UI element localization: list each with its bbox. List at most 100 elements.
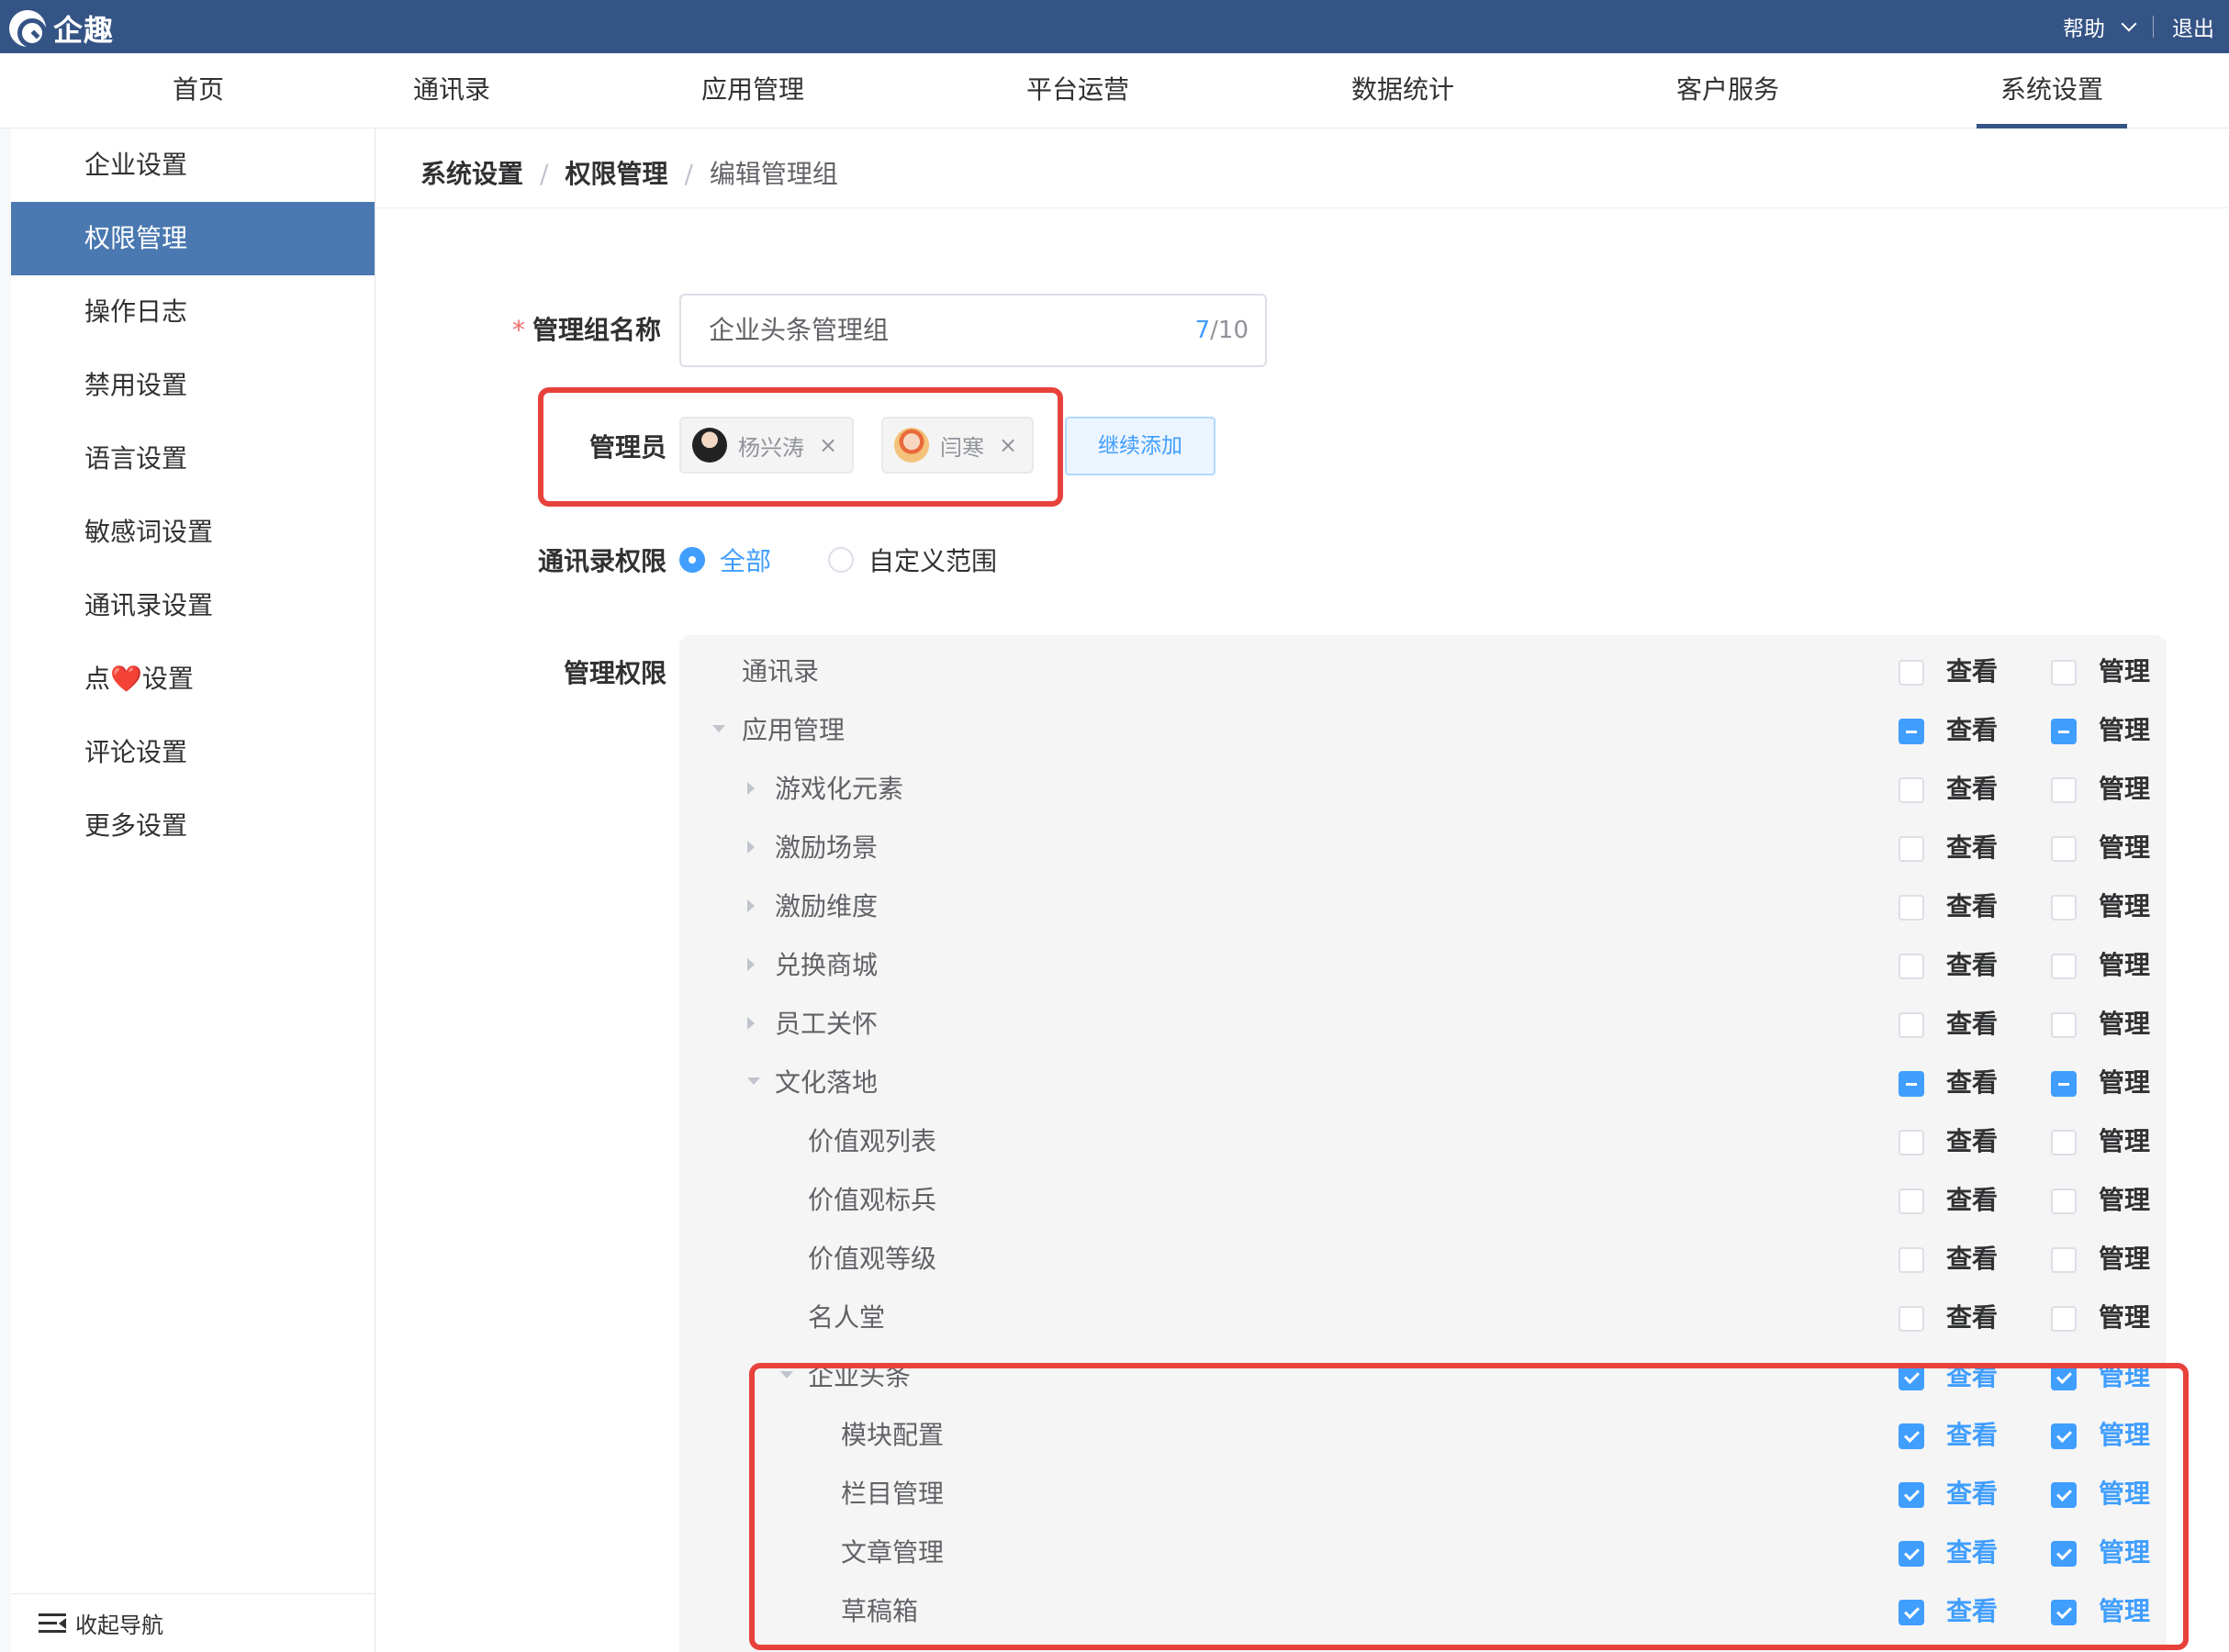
caret-right-icon[interactable] (747, 958, 755, 971)
view-label[interactable]: 查看 (1946, 819, 1998, 877)
nav-customer-service[interactable]: 客户服务 (1652, 53, 1803, 128)
sidebar-item-language[interactable]: 语言设置 (11, 422, 375, 496)
view-label[interactable]: 查看 (1946, 1171, 1998, 1230)
admin-tag: 闫寒 × (881, 417, 1035, 474)
chevron-down-icon[interactable] (2121, 16, 2137, 32)
main-nav: 首页 通讯录 应用管理 平台运营 数据统计 客户服务 系统设置 (0, 53, 2229, 128)
manage-checkbox[interactable] (2051, 719, 2077, 744)
caret-down-icon[interactable] (712, 725, 725, 732)
breadcrumb-item[interactable]: 权限管理 (565, 147, 667, 202)
nav-data-stats[interactable]: 数据统计 (1327, 53, 1478, 128)
logo-icon (9, 10, 47, 48)
manage-label[interactable]: 管理 (2099, 877, 2150, 936)
add-admin-button[interactable]: 继续添加 (1065, 417, 1215, 475)
manage-checkbox[interactable] (2051, 1012, 2077, 1038)
manage-label[interactable]: 管理 (2099, 760, 2150, 819)
nav-system-settings[interactable]: 系统设置 (1976, 53, 2128, 128)
sidebar-item-comments[interactable]: 评论设置 (11, 716, 375, 789)
admin-name: 闫寒 (940, 434, 984, 461)
manage-label[interactable]: 管理 (2099, 995, 2150, 1054)
manage-checkbox[interactable] (2051, 777, 2077, 803)
manage-checkbox[interactable] (2051, 1130, 2077, 1155)
group-name-value: 企业头条管理组 (709, 315, 890, 345)
manage-checkbox[interactable] (2051, 1071, 2077, 1097)
help-link[interactable]: 帮助 (2063, 11, 2105, 42)
view-checkbox[interactable] (1899, 1189, 1924, 1214)
permission-row-label: 应用管理 (742, 715, 846, 745)
radio-all[interactable]: 全部 (679, 541, 771, 578)
sidebar-item-ban[interactable]: 禁用设置 (11, 349, 375, 422)
sidebar-item-enterprise[interactable]: 企业设置 (11, 128, 375, 202)
view-label[interactable]: 查看 (1946, 1112, 1998, 1171)
sidebar-item-more[interactable]: 更多设置 (11, 789, 375, 863)
sidebar-item-like[interactable]: 点❤️设置 (11, 642, 375, 716)
nav-contacts[interactable]: 通讯录 (389, 53, 514, 128)
caret-right-icon[interactable] (747, 1017, 755, 1030)
sidebar-item-permissions[interactable]: 权限管理 (11, 202, 375, 275)
permission-row: 激励场景 查看 管理 (679, 819, 2167, 877)
collapse-nav-button[interactable]: 收起导航 (11, 1593, 375, 1652)
divider (2153, 16, 2154, 38)
radio-icon (679, 547, 705, 573)
view-label[interactable]: 查看 (1946, 936, 1998, 995)
logo[interactable]: 企趣 (9, 7, 114, 50)
view-checkbox[interactable] (1899, 719, 1924, 744)
manage-label[interactable]: 管理 (2099, 701, 2150, 760)
manage-checkbox[interactable] (2051, 836, 2077, 862)
manage-label[interactable]: 管理 (2099, 1230, 2150, 1289)
sidebar-item-sensitive-words[interactable]: 敏感词设置 (11, 496, 375, 569)
caret-down-icon[interactable] (747, 1077, 760, 1085)
view-checkbox[interactable] (1899, 895, 1924, 921)
view-checkbox[interactable] (1899, 777, 1924, 803)
caret-right-icon[interactable] (747, 899, 755, 912)
manage-label[interactable]: 管理 (2099, 1054, 2150, 1112)
manage-label[interactable]: 管理 (2099, 642, 2150, 701)
view-label[interactable]: 查看 (1946, 1230, 1998, 1289)
permission-row-label: 通讯录 (742, 656, 820, 686)
view-checkbox[interactable] (1899, 954, 1924, 979)
manage-checkbox[interactable] (2051, 1189, 2077, 1214)
view-checkbox[interactable] (1899, 1306, 1924, 1332)
manage-label[interactable]: 管理 (2099, 1171, 2150, 1230)
manage-checkbox[interactable] (2051, 954, 2077, 979)
view-label[interactable]: 查看 (1946, 760, 1998, 819)
permission-row: 通讯录 查看 管理 (679, 642, 2167, 701)
manage-checkbox[interactable] (2051, 660, 2077, 686)
manage-checkbox[interactable] (2051, 1247, 2077, 1273)
manage-checkbox[interactable] (2051, 895, 2077, 921)
view-checkbox[interactable] (1899, 1012, 1924, 1038)
radio-custom-range[interactable]: 自定义范围 (828, 541, 997, 578)
manage-label[interactable]: 管理 (2099, 1112, 2150, 1171)
sidebar-item-contacts[interactable]: 通讯录设置 (11, 569, 375, 642)
view-checkbox[interactable] (1899, 660, 1924, 686)
caret-right-icon[interactable] (747, 782, 755, 795)
view-label[interactable]: 查看 (1946, 701, 1998, 760)
manage-label[interactable]: 管理 (2099, 936, 2150, 995)
radio-all-label: 全部 (720, 546, 772, 576)
manage-label[interactable]: 管理 (2099, 1289, 2150, 1347)
required-mark: * (511, 315, 525, 345)
view-checkbox[interactable] (1899, 1247, 1924, 1273)
view-label[interactable]: 查看 (1946, 1289, 1998, 1347)
close-icon[interactable]: × (819, 432, 837, 458)
view-label[interactable]: 查看 (1946, 1054, 1998, 1112)
sidebar-item-operation-log[interactable]: 操作日志 (11, 275, 375, 349)
nav-app-management[interactable]: 应用管理 (678, 53, 828, 128)
close-icon[interactable]: × (999, 432, 1017, 458)
group-name-input[interactable]: 企业头条管理组 7/10 (679, 294, 1267, 367)
view-label[interactable]: 查看 (1946, 995, 1998, 1054)
manage-checkbox[interactable] (2051, 1306, 2077, 1332)
breadcrumb-item[interactable]: 系统设置 (420, 147, 523, 202)
admin-name: 杨兴涛 (738, 434, 804, 461)
view-label[interactable]: 查看 (1946, 642, 1998, 701)
view-checkbox[interactable] (1899, 1071, 1924, 1097)
nav-platform-ops[interactable]: 平台运营 (1002, 53, 1153, 128)
caret-right-icon[interactable] (747, 841, 755, 854)
logout-link[interactable]: 退出 (2172, 11, 2214, 42)
manage-label[interactable]: 管理 (2099, 819, 2150, 877)
collapse-icon (39, 1613, 66, 1634)
view-checkbox[interactable] (1899, 836, 1924, 862)
view-label[interactable]: 查看 (1946, 877, 1998, 936)
nav-home[interactable]: 首页 (149, 53, 248, 128)
view-checkbox[interactable] (1899, 1130, 1924, 1155)
